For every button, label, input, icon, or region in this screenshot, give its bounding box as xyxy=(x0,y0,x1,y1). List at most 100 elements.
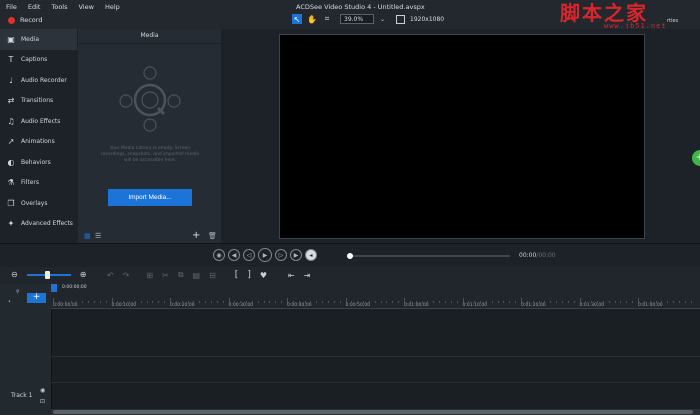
ruler-minor-tick xyxy=(468,301,470,303)
track-header-column: ⚲ • + Track 1 ◉ ⊡ xyxy=(0,284,52,415)
menu-help[interactable]: Help xyxy=(105,3,120,11)
sidebar-item-audio-effects[interactable]: ♫ Audio Effects xyxy=(0,111,77,132)
ruler-minor-tick xyxy=(538,301,540,303)
media-panel: Media Your Media Library is empty. Scree… xyxy=(78,29,221,243)
track-area-upper[interactable] xyxy=(51,308,700,357)
preview-canvas[interactable] xyxy=(279,34,645,239)
menu-file[interactable]: File xyxy=(6,3,17,11)
chevron-down-icon[interactable]: ⌄ xyxy=(380,16,385,23)
split-icon[interactable]: ⊞ xyxy=(146,271,153,280)
paste-icon[interactable]: ▤ xyxy=(193,271,201,280)
properties-toggle-button[interactable]: + xyxy=(692,150,700,166)
sidebar-item-audio-recorder[interactable]: ♩ Audio Recorder xyxy=(0,70,77,91)
overlays-icon: ❐ xyxy=(7,198,15,208)
import-media-button[interactable]: Import Media... xyxy=(108,189,192,206)
delete-clip-icon[interactable]: ⊟ xyxy=(209,271,216,280)
ruler-minor-tick xyxy=(164,301,166,303)
magnet-icon[interactable]: ⚲ xyxy=(16,289,20,295)
ruler-minor-tick xyxy=(123,301,125,303)
timeline-ruler[interactable]: 0:00:00;00 0:00:10;00 0:00:20;00 0:00:30;00… xyxy=(51,284,700,309)
sidebar-item-overlays[interactable]: ❐ Overlays xyxy=(0,193,77,214)
marker-icon[interactable]: ♥ xyxy=(260,271,267,280)
sidebar-item-filters[interactable]: ⚗ Filters xyxy=(0,173,77,194)
cut-icon[interactable]: ✂ xyxy=(162,271,169,280)
track-lock-icon[interactable]: ⊡ xyxy=(40,398,45,405)
add-media-icon[interactable]: + xyxy=(192,230,200,241)
mark-out-icon[interactable]: ] xyxy=(247,270,251,280)
record-label: Record xyxy=(20,16,43,24)
volume-icon[interactable]: ◂ xyxy=(305,249,317,261)
go-to-start-icon[interactable]: ⇤ xyxy=(288,271,295,280)
redo-icon[interactable]: ↷ xyxy=(123,271,130,280)
sidebar-item-animations[interactable]: ↗ Animations xyxy=(0,132,77,153)
mark-in-icon[interactable]: [ xyxy=(235,270,239,280)
trash-icon[interactable]: 🗑 xyxy=(208,232,217,240)
step-forward-icon[interactable]: ▷ xyxy=(275,249,287,261)
pan-hand-icon[interactable]: ✋ xyxy=(307,14,317,24)
ruler-minor-tick xyxy=(544,301,546,303)
list-view-icon[interactable]: ☰ xyxy=(95,232,101,240)
zoom-select[interactable]: 39.0% xyxy=(340,14,374,24)
go-to-end-icon[interactable]: ⇥ xyxy=(304,271,311,280)
ruler-minor-tick xyxy=(322,301,324,303)
properties-tab-label[interactable]: rties xyxy=(667,18,678,24)
playback-scrubber[interactable] xyxy=(347,252,510,259)
resolution-icon[interactable] xyxy=(396,14,406,24)
zoom-value: 39.0% xyxy=(344,15,364,23)
undo-icon[interactable]: ↶ xyxy=(107,271,114,280)
track-row-1[interactable] xyxy=(51,383,700,410)
sidebar-item-label: Filters xyxy=(21,179,39,187)
sidebar-item-media[interactable]: ▣ Media xyxy=(0,29,77,50)
timeline-zoom-slider[interactable] xyxy=(26,270,71,279)
ruler-minor-tick xyxy=(64,301,66,303)
previous-frame-icon[interactable]: ◀ xyxy=(228,249,240,261)
ruler-minor-tick xyxy=(556,301,558,303)
zoom-in-icon[interactable]: ⊕ xyxy=(80,270,87,279)
ruler-minor-tick xyxy=(567,301,569,303)
menu-view[interactable]: View xyxy=(79,3,94,11)
sidebar-item-captions[interactable]: T Captions xyxy=(0,50,77,71)
sidebar-item-label: Transitions xyxy=(21,97,54,105)
grid-view-icon[interactable]: ▦ xyxy=(84,232,91,240)
copy-icon[interactable]: ⧉ xyxy=(178,270,184,280)
add-track-button[interactable]: + xyxy=(27,293,46,303)
ruler-minor-tick xyxy=(134,301,136,303)
ruler-minor-tick xyxy=(614,301,616,303)
select-pointer-icon[interactable]: ↖ xyxy=(292,14,302,24)
zoom-out-icon[interactable]: ⊖ xyxy=(11,270,18,279)
ruler-minor-tick xyxy=(626,301,628,303)
ruler-minor-tick xyxy=(292,301,294,303)
current-time: 00:00 xyxy=(519,252,537,259)
canvas-toolbar: ↖ ✋ ⌗ 39.0% ⌄ 1920x1080 xyxy=(292,14,444,24)
crop-icon[interactable]: ⌗ xyxy=(322,14,332,24)
track-visibility-icon[interactable]: ◉ xyxy=(40,387,45,394)
next-frame-icon[interactable]: ▶ xyxy=(290,249,302,261)
ruler-minor-tick xyxy=(310,301,312,303)
step-back-icon[interactable]: ◁ xyxy=(243,249,255,261)
record-button[interactable]: Record xyxy=(8,16,42,24)
play-icon[interactable]: ▶ xyxy=(258,248,272,262)
ruler-minor-tick xyxy=(304,301,306,303)
zoom-slider-knob[interactable] xyxy=(44,270,50,279)
ruler-minor-tick xyxy=(532,301,534,303)
scrollbar-thumb[interactable] xyxy=(53,410,693,414)
ruler-minor-tick xyxy=(275,301,277,303)
playhead[interactable] xyxy=(51,284,57,292)
ruler-minor-tick xyxy=(205,301,207,303)
player-controls: ◉ ◀ ◁ ▶ ▷ ▶ ◂ 00:00/00:00 xyxy=(0,243,700,268)
track-area-middle[interactable] xyxy=(51,357,700,383)
timeline-scrollbar[interactable] xyxy=(51,409,700,415)
ruler-minor-tick xyxy=(257,301,259,303)
ruler-minor-tick xyxy=(380,301,382,303)
ruler-minor-tick xyxy=(433,301,435,303)
scrubber-knob[interactable] xyxy=(347,252,353,259)
sidebar-item-advanced-effects[interactable]: ✦ Advanced Effects xyxy=(0,214,77,235)
menu-edit[interactable]: Edit xyxy=(28,3,41,11)
menu-tools[interactable]: Tools xyxy=(51,3,67,11)
sidebar-item-behaviors[interactable]: ◐ Behaviors xyxy=(0,152,77,173)
sidebar-item-transitions[interactable]: ⇄ Transitions xyxy=(0,91,77,112)
snap-icon[interactable]: • xyxy=(8,299,11,305)
captions-icon: T xyxy=(8,55,14,65)
record-icon xyxy=(8,16,15,24)
snapshot-icon[interactable]: ◉ xyxy=(213,249,225,261)
